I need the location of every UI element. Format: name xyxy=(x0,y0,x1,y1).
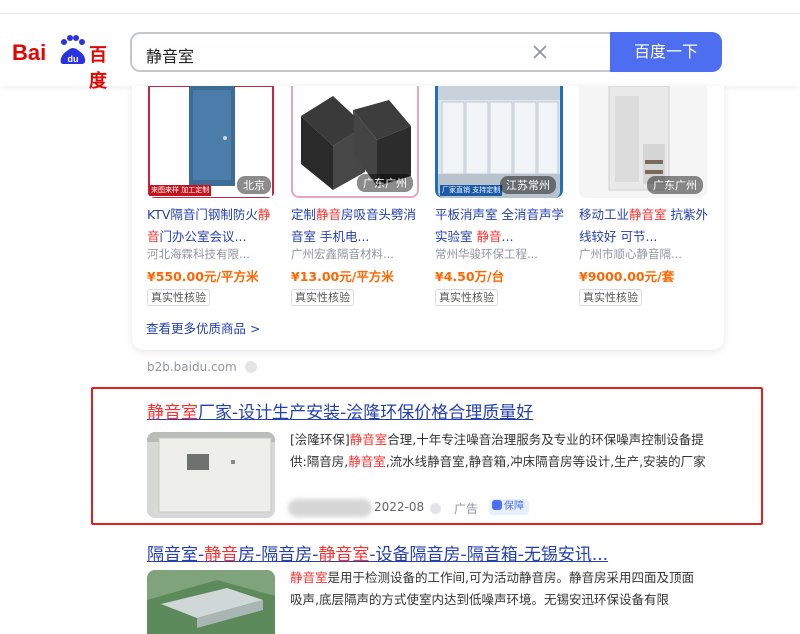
ad-description: [浍隆环保]静音室合理,十年专注噪音治理服务及专业的环保噪声控制设备提供:隔音房… xyxy=(290,432,706,469)
product-company: 广州市顺心静音隔... xyxy=(579,247,682,261)
product-card: 来图来样 加工定制 北京 KTV隔音门钢制防火静音门办公室会议... 河北海霖科… xyxy=(132,86,724,350)
product-image[interactable]: 广东广州 xyxy=(291,86,419,198)
source-domain-text: b2b.baidu.com xyxy=(147,360,237,374)
result-title[interactable]: 隔音室-静音房-隔音房-静音室-设备隔音房-隔音箱-无锡安讯... xyxy=(147,540,608,565)
search-header: Bai du 百度 静音室 百度一下 xyxy=(0,14,800,92)
product-image[interactable]: 来图来样 加工定制 北京 xyxy=(147,86,275,198)
product-title[interactable]: 移动工业静音室 抗紫外线较好 可节... xyxy=(579,204,713,248)
info-dot-icon[interactable] xyxy=(244,361,257,373)
product-location: 江苏常州 xyxy=(500,176,556,194)
product-title[interactable]: 平板消声室 全消音声学实验室 静音... xyxy=(435,204,569,248)
verify-tag[interactable]: 真实性核验 xyxy=(291,289,354,306)
product-title[interactable]: KTV隔音门钢制防火静音门办公室会议... xyxy=(147,204,281,248)
ad-thumbnail[interactable] xyxy=(147,432,275,518)
verify-tag[interactable]: 真实性核验 xyxy=(579,289,642,306)
more-products-link[interactable]: 查看更多优质商品 > xyxy=(146,318,260,337)
product-item[interactable]: 广东广州 移动工业静音室 抗紫外线较好 可节... 广州市顺心静音隔... ¥9… xyxy=(579,86,709,306)
product-item[interactable]: 厂家直销 支持定制 江苏常州 平板消声室 全消音声学实验室 静音... 常州华骏… xyxy=(435,86,565,306)
shield-icon xyxy=(492,500,502,510)
product-price: ¥4.50万/台 xyxy=(435,269,505,284)
product-company: 常州华骏环保工程... xyxy=(435,247,538,261)
paw-logo-icon: du xyxy=(60,35,86,64)
blurred-source xyxy=(288,499,372,517)
product-price: ¥13.00元/平方米 xyxy=(291,269,394,284)
product-location: 广东广州 xyxy=(357,174,413,192)
product-image[interactable]: 广东广州 xyxy=(579,86,707,198)
guarantee-badge[interactable]: 保障 xyxy=(489,499,529,515)
product-title[interactable]: 定制静音房吸音头劈消音室 手机电... xyxy=(291,204,425,248)
result-thumbnail[interactable] xyxy=(147,570,275,634)
product-badge: 厂家直销 支持定制 xyxy=(440,185,503,196)
ad-label[interactable]: 广告 xyxy=(454,500,478,517)
product-badge: 来图来样 加工定制 xyxy=(149,185,212,196)
verify-tag[interactable]: 真实性核验 xyxy=(435,289,498,306)
soundproof-room-image xyxy=(147,432,275,518)
product-item[interactable]: 广东广州 定制静音房吸音头劈消音室 手机电... 广州宏鑫隔音材料... ¥13… xyxy=(291,86,421,306)
logo-bai-text: Bai xyxy=(12,40,47,65)
product-company: 广州宏鑫隔音材料... xyxy=(291,247,394,261)
source-domain[interactable]: b2b.baidu.com xyxy=(147,360,257,374)
product-item[interactable]: 来图来样 加工定制 北京 KTV隔音门钢制防火静音门办公室会议... 河北海霖科… xyxy=(147,86,277,306)
factory-aerial-image xyxy=(147,570,275,634)
product-location: 广东广州 xyxy=(647,176,703,194)
product-company: 河北海霖科技有限... xyxy=(147,247,250,261)
product-location: 北京 xyxy=(237,176,271,194)
ad-result-title[interactable]: 静音室厂家-设计生产安装-浍隆环保价格合理质量好 xyxy=(147,398,533,423)
product-price: ¥550.00元/平方米 xyxy=(147,269,259,284)
verify-tag[interactable]: 真实性核验 xyxy=(147,289,210,306)
info-dot-icon[interactable] xyxy=(430,503,441,514)
product-image[interactable]: 厂家直销 支持定制 江苏常州 xyxy=(435,86,563,198)
search-input[interactable]: 静音室 xyxy=(146,43,194,67)
logo-du-text: du xyxy=(68,54,79,64)
baidu-logo[interactable]: Bai du 百度 xyxy=(12,34,120,92)
search-button[interactable]: 百度一下 xyxy=(610,32,722,72)
logo-cn-text: 百度 xyxy=(89,45,107,92)
clear-icon[interactable] xyxy=(530,42,550,62)
product-price: ¥9000.00元/套 xyxy=(579,269,675,284)
search-box[interactable]: 静音室 xyxy=(130,32,612,72)
top-bar xyxy=(0,0,800,14)
ad-date: 2022-08 xyxy=(374,500,425,514)
result-description: 静音室是用于检测设备的工作间,可为活动静音房。静音房采用四面及顶面吸声,底层隔声… xyxy=(290,570,694,607)
